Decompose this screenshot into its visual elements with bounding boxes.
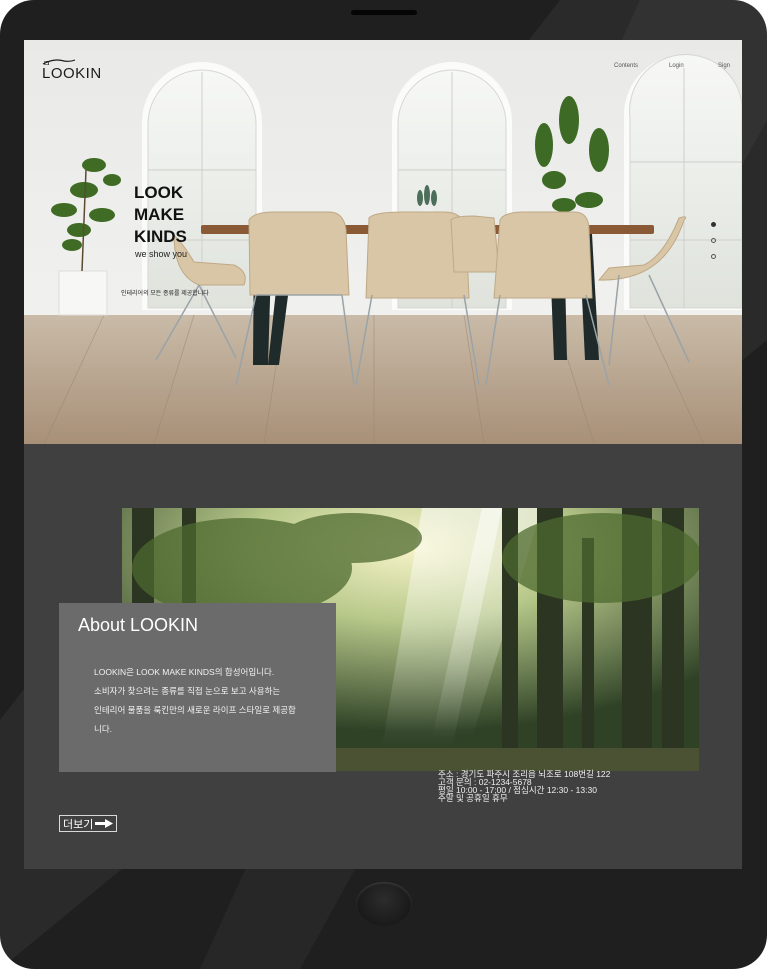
hero-description: 인테리어의 모든 종류를 제공합니다 xyxy=(121,291,209,297)
hero-subtitle: we show you xyxy=(135,249,188,259)
slider-dots xyxy=(711,222,719,270)
hero-photo-dining-room xyxy=(24,40,742,444)
logo-text: LOOKIN xyxy=(42,65,102,82)
slider-dot[interactable] xyxy=(711,254,716,259)
more-button[interactable]: 더보기 xyxy=(59,815,118,832)
about-card: About LOOKIN LOOKIN은 LOOK MAKE KINDS의 합성… xyxy=(59,603,336,772)
nav-contents[interactable]: Contents xyxy=(614,63,638,69)
about-text-line: 니다. xyxy=(94,724,113,734)
more-button-label: 더보기 xyxy=(63,818,94,831)
hero-title-line: KINDS xyxy=(134,227,187,246)
hero-banner: ㅁ LOOKIN Contents Login Sign LOOK MAKE K… xyxy=(24,40,742,444)
holiday-line: 주말 및 공휴일 휴무 xyxy=(438,793,508,803)
hero-title-line: LOOK xyxy=(134,183,184,202)
hero-title: LOOK MAKE KINDS xyxy=(134,182,187,248)
about-title: About LOOKIN xyxy=(78,615,199,635)
about-text: LOOKIN은 LOOK MAKE KINDS의 합성어입니다. 소비자가 찾으… xyxy=(94,663,334,739)
speaker-slot xyxy=(351,10,417,15)
contact-info: 주소 : 경기도 파주시 조리읍 뇌조로 108번길 122 고객 문의 : 0… xyxy=(438,770,610,803)
about-text-line: 소비자가 찾으려는 종류를 직접 눈으로 보고 사용하는 xyxy=(94,686,281,696)
nav-login[interactable]: Login xyxy=(669,63,684,69)
slider-dot[interactable] xyxy=(711,238,716,243)
slider-dot-active[interactable] xyxy=(711,222,716,227)
nav-sign[interactable]: Sign xyxy=(718,63,730,69)
arrow-right-icon xyxy=(95,819,114,828)
tablet-device-frame: ㅁ LOOKIN Contents Login Sign LOOK MAKE K… xyxy=(0,0,767,969)
home-button[interactable] xyxy=(356,882,412,926)
hero-title-line: MAKE xyxy=(134,205,185,224)
about-text-line: 인테리어 물품을 룩킨만의 새로운 라이프 스타일로 제공합 xyxy=(94,705,296,715)
about-text-line: LOOKIN은 LOOK MAKE KINDS의 합성어입니다. xyxy=(94,667,275,677)
website-screen: ㅁ LOOKIN Contents Login Sign LOOK MAKE K… xyxy=(24,40,742,869)
